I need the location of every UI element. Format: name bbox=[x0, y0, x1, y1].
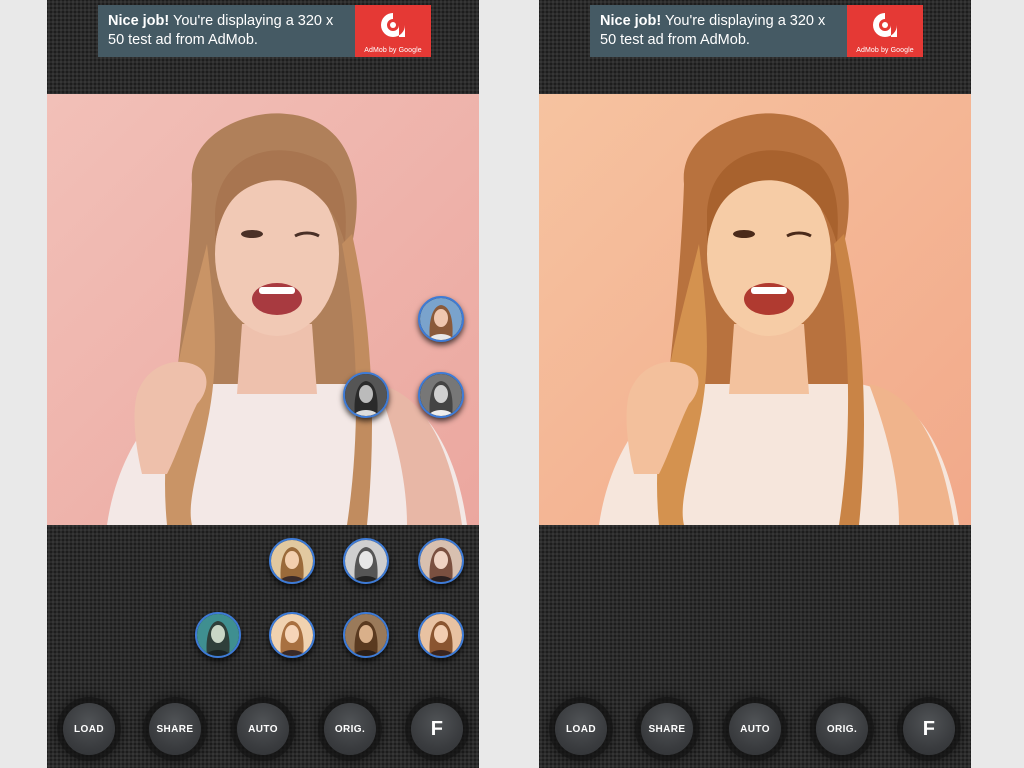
phone-screen-right: Nice job! You're displaying a 320 x 50 t… bbox=[539, 0, 971, 768]
share-button[interactable]: SHARE bbox=[149, 703, 201, 755]
photo-canvas[interactable] bbox=[47, 94, 479, 525]
load-button[interactable]: LOAD bbox=[63, 703, 115, 755]
admob-brand: AdMob by Google bbox=[847, 47, 923, 54]
phone-screen-left: Nice job! You're displaying a 320 x 50 t… bbox=[47, 0, 479, 768]
filter-thumbnail[interactable] bbox=[269, 538, 315, 584]
filter-thumbnail[interactable] bbox=[418, 296, 464, 342]
original-button[interactable]: ORIG. bbox=[816, 703, 868, 755]
filter-thumbnail[interactable] bbox=[343, 612, 389, 658]
ad-text: Nice job! You're displaying a 320 x 50 t… bbox=[108, 12, 348, 50]
filters-button[interactable]: F bbox=[411, 703, 463, 755]
portrait-image bbox=[47, 94, 479, 525]
filter-preview-icon bbox=[420, 374, 462, 416]
admob-logo-icon bbox=[870, 10, 900, 40]
filter-thumbnail[interactable] bbox=[269, 612, 315, 658]
admob-brand: AdMob by Google bbox=[355, 47, 431, 54]
filters-button[interactable]: F bbox=[903, 703, 955, 755]
filter-thumbnail[interactable] bbox=[343, 538, 389, 584]
filter-preview-icon bbox=[345, 540, 387, 582]
filter-preview-icon bbox=[420, 540, 462, 582]
portrait-image bbox=[539, 94, 971, 525]
admob-logo[interactable]: AdMob by Google bbox=[355, 5, 431, 57]
filter-preview-icon bbox=[345, 374, 387, 416]
ad-banner[interactable]: Nice job! You're displaying a 320 x 50 t… bbox=[98, 5, 431, 57]
original-button[interactable]: ORIG. bbox=[324, 703, 376, 755]
filter-preview-icon bbox=[271, 614, 313, 656]
admob-logo-icon bbox=[378, 10, 408, 40]
filter-thumbnail[interactable] bbox=[418, 538, 464, 584]
ad-bold-text: Nice job! bbox=[600, 13, 661, 29]
auto-button[interactable]: AUTO bbox=[237, 703, 289, 755]
auto-button[interactable]: AUTO bbox=[729, 703, 781, 755]
ad-text: Nice job! You're displaying a 320 x 50 t… bbox=[600, 12, 840, 50]
filter-preview-icon bbox=[197, 614, 239, 656]
filter-preview-icon bbox=[345, 614, 387, 656]
share-button[interactable]: SHARE bbox=[641, 703, 693, 755]
filter-thumbnail[interactable] bbox=[418, 372, 464, 418]
filter-thumbnail[interactable] bbox=[195, 612, 241, 658]
ad-banner[interactable]: Nice job! You're displaying a 320 x 50 t… bbox=[590, 5, 923, 57]
filter-thumbnail[interactable] bbox=[343, 372, 389, 418]
load-button[interactable]: LOAD bbox=[555, 703, 607, 755]
photo-canvas[interactable] bbox=[539, 94, 971, 525]
filter-preview-icon bbox=[271, 540, 313, 582]
filter-preview-icon bbox=[420, 298, 462, 340]
filter-thumbnail[interactable] bbox=[418, 612, 464, 658]
admob-logo[interactable]: AdMob by Google bbox=[847, 5, 923, 57]
ad-bold-text: Nice job! bbox=[108, 13, 169, 29]
filter-preview-icon bbox=[420, 614, 462, 656]
